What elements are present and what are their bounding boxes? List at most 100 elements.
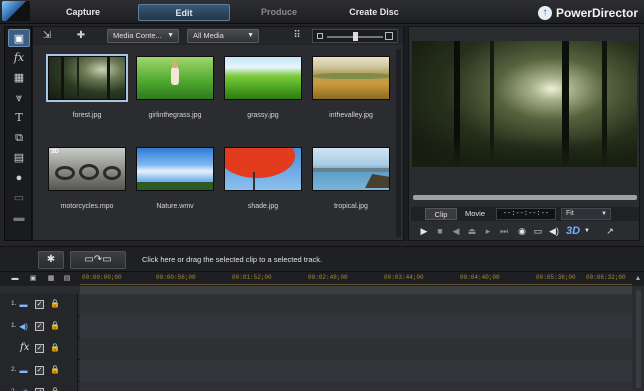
track-number: 1. xyxy=(11,322,17,329)
media-filter-dropdown[interactable]: All Media ▼ xyxy=(187,29,259,43)
timeline-scrollbar[interactable] xyxy=(636,290,641,388)
top-bar: Capture Edit Produce Create Disc ↑ Power… xyxy=(0,0,644,24)
clip-thumbnail: 3D xyxy=(48,147,126,191)
large-thumbnail-icon xyxy=(385,32,393,40)
track-header: 2. ▬ ✓ 🔒 xyxy=(0,360,78,382)
track-enable-checkbox[interactable]: ✓ xyxy=(35,344,44,353)
snapshot-icon[interactable]: ◉ xyxy=(515,224,529,238)
tab-create-disc[interactable]: Create Disc xyxy=(338,4,410,21)
lock-icon[interactable]: 🔒 xyxy=(50,321,60,331)
upload-arrow-icon[interactable]: ↑ xyxy=(537,5,552,20)
ruler-baseline xyxy=(80,284,632,285)
plugins-icon[interactable]: ✚ xyxy=(73,29,89,43)
movie-mode-button[interactable]: Movie xyxy=(459,208,491,220)
volume-icon[interactable]: ◀) xyxy=(547,224,561,238)
3d-mode-button[interactable]: 3D xyxy=(565,224,581,238)
particle-room-icon[interactable]: ⩔ xyxy=(8,89,30,107)
playback-seek-bar[interactable] xyxy=(413,195,637,200)
library-clip[interactable]: forest.jpg xyxy=(46,54,128,119)
track-enable-checkbox[interactable]: ✓ xyxy=(35,322,44,331)
play-icon[interactable]: ▶ xyxy=(417,224,431,238)
track-body[interactable] xyxy=(80,294,632,316)
library-scrollbar[interactable] xyxy=(396,49,401,237)
next-frame-icon[interactable]: ▸ xyxy=(481,224,495,238)
track-video-2: 2. ▬ ✓ 🔒 xyxy=(0,360,632,382)
ruler-label: 00:04:40;00 xyxy=(460,274,500,281)
storyboard-view-icon[interactable]: ▦ xyxy=(44,274,58,284)
ruler-label: 00:00:56;00 xyxy=(156,274,196,281)
insert-overwrite-button[interactable]: ▭↷▭ xyxy=(70,251,126,269)
fx-track-label: fx xyxy=(20,342,30,353)
track-body[interactable] xyxy=(80,360,632,382)
voice-over-icon[interactable]: ● xyxy=(8,169,30,187)
time-ruler[interactable]: 00:00:00;00 00:00:56;00 00:01:52;00 00:0… xyxy=(80,272,632,286)
tab-edit[interactable]: Edit xyxy=(138,4,230,21)
ruler-label: 00:00:00;00 xyxy=(82,274,122,281)
library-clip[interactable]: girlinthegrass.jpg xyxy=(136,56,214,119)
library-clip[interactable]: Nature.wmv xyxy=(136,147,214,210)
track-audio-1: 1. ◀) ✓ 🔒 xyxy=(0,316,632,338)
external-display-icon[interactable]: ▭ xyxy=(531,224,545,238)
transition-room-icon[interactable]: ⧉ xyxy=(8,129,30,147)
clip-mode-button[interactable]: Clip xyxy=(425,208,457,220)
tab-capture[interactable]: Capture xyxy=(52,4,114,21)
clip-name: inthevalley.jpg xyxy=(329,112,373,119)
undock-preview-icon[interactable]: ↗ xyxy=(603,224,617,238)
effect-room-icon[interactable]: fx xyxy=(8,49,30,67)
audio-mixing-icon[interactable]: ▤ xyxy=(8,149,30,167)
library-toolbar: ⇲ ✚ Media Conte... ▼ All Media ▼ ⠿ xyxy=(33,27,403,45)
track-enable-checkbox[interactable]: ✓ xyxy=(35,366,44,375)
split-icon[interactable]: ⏏ xyxy=(465,224,479,238)
chapter-room-icon[interactable]: ▭ xyxy=(8,189,30,207)
slider-thumb[interactable] xyxy=(353,32,358,41)
brand: ↑ PowerDirector xyxy=(537,4,638,21)
library-clip[interactable]: inthevalley.jpg xyxy=(312,56,390,119)
powerdirector-window: Capture Edit Produce Create Disc ↑ Power… xyxy=(0,0,644,391)
timeline-header: ▬ ▣ ▦ ▤ 00:00:00;00 00:00:56;00 00:01:52… xyxy=(0,272,644,286)
video-track-icon: ▬ xyxy=(19,300,28,309)
timecode-display[interactable]: --:--:--:-- xyxy=(496,208,556,220)
scroll-up-icon[interactable]: ▲ xyxy=(634,272,642,286)
previous-frame-icon[interactable]: ◀ xyxy=(449,224,463,238)
thumbnail-size-slider[interactable] xyxy=(312,29,398,43)
preview-video xyxy=(412,41,637,167)
library-clip[interactable]: tropical.jpg xyxy=(312,147,390,210)
media-room-icon[interactable]: ▣ xyxy=(8,29,30,47)
lock-icon[interactable]: 🔒 xyxy=(50,343,60,353)
media-filter-value: All Media xyxy=(193,31,224,40)
playhead-bar[interactable] xyxy=(80,286,632,294)
clip-name: girlinthegrass.jpg xyxy=(148,112,202,119)
ruler-label: 00:03:44;00 xyxy=(384,274,424,281)
3d-badge: 3D xyxy=(51,149,59,155)
fast-forward-icon[interactable]: ⏭ xyxy=(497,224,511,238)
track-effect: fx ✓ 🔒 xyxy=(0,338,632,360)
track-body[interactable] xyxy=(80,338,632,360)
library-clip[interactable]: grassy.jpg xyxy=(224,56,302,119)
chevron-down-icon[interactable]: ▼ xyxy=(583,224,591,238)
clip-name: Nature.wmv xyxy=(156,203,194,210)
stop-icon[interactable]: ■ xyxy=(433,224,447,238)
track-body[interactable] xyxy=(80,316,632,338)
track-body[interactable] xyxy=(80,382,632,391)
fit-dropdown[interactable]: Fit ▼ xyxy=(561,208,611,220)
tab-produce[interactable]: Produce xyxy=(248,4,310,21)
clip-thumbnail xyxy=(224,147,302,191)
lock-icon[interactable]: 🔒 xyxy=(50,299,60,309)
media-content-dropdown[interactable]: Media Conte... ▼ xyxy=(107,29,179,43)
ruler-label: 00:02:48;00 xyxy=(308,274,348,281)
lock-icon[interactable]: 🔒 xyxy=(50,365,60,375)
track-enable-checkbox[interactable]: ✓ xyxy=(35,300,44,309)
lock-icon[interactable]: 🔒 xyxy=(50,387,60,391)
fit-timeline-icon[interactable]: ▤ xyxy=(60,274,74,284)
library-clip[interactable]: 3D motorcycles.mpo xyxy=(48,147,126,210)
subtitle-room-icon[interactable]: ▬ xyxy=(8,209,30,227)
pip-objects-icon[interactable]: ▦ xyxy=(8,69,30,87)
title-room-icon[interactable]: T xyxy=(8,109,30,127)
library-clip[interactable]: shade.jpg xyxy=(224,147,302,210)
track-video-1: 1. ▬ ✓ 🔒 xyxy=(0,294,632,316)
grid-view-icon[interactable]: ⠿ xyxy=(289,29,305,43)
timeline-view-icon[interactable]: ▣ xyxy=(26,274,40,284)
import-media-icon[interactable]: ⇲ xyxy=(39,29,55,43)
track-manager-icon[interactable]: ▬ xyxy=(8,274,22,284)
magic-tools-icon[interactable]: ✱ xyxy=(38,251,64,269)
